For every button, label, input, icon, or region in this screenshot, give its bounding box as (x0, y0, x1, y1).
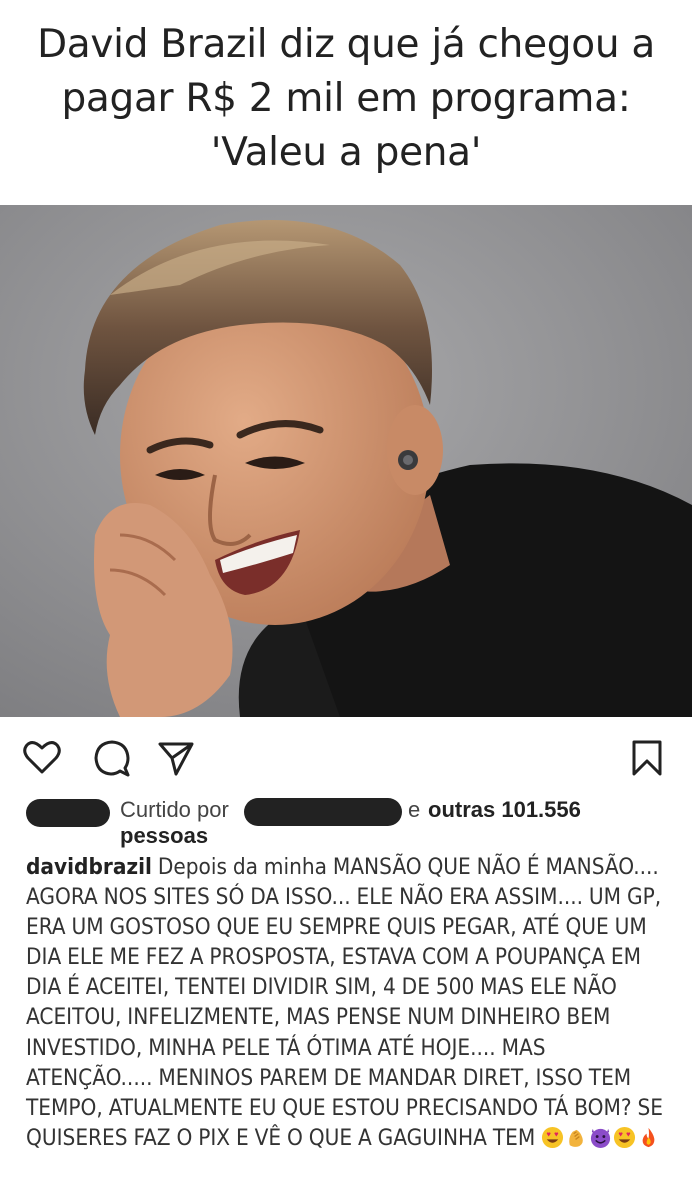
likes-people-link[interactable]: pessoas (120, 822, 208, 850)
portrait-illustration (0, 205, 692, 717)
headline-line-2: pagar R$ 2 mil em programa: (61, 76, 631, 121)
heart-icon[interactable] (22, 738, 62, 778)
clapping-hands-emoji (569, 1129, 583, 1147)
redacted-avatars (26, 799, 110, 827)
post-headline: David Brazil diz que já chegou a pagar R… (0, 18, 692, 180)
caption-username[interactable]: davidbrazil (26, 854, 152, 880)
bookmark-icon[interactable] (627, 738, 667, 778)
send-icon[interactable] (156, 738, 196, 778)
headline-line-1: David Brazil diz que já chegou a (37, 22, 655, 67)
heart-eyes-emoji (614, 1126, 636, 1148)
comment-icon[interactable] (92, 738, 132, 778)
caption-text: Depois da minha MANSÃO QUE NÃO É MANSÃO.… (26, 854, 663, 1151)
headline-line-3: 'Valeu a pena' (210, 130, 482, 175)
fire-emoji (642, 1127, 655, 1147)
likes-summary: Curtido por e outras 101.556 pessoas (0, 792, 692, 852)
likes-connector: e (408, 797, 421, 822)
heart-eyes-emoji (542, 1126, 564, 1148)
post-caption: davidbrazil Depois da minha MANSÃO QUE N… (26, 852, 676, 1153)
smiling-devil-emoji (591, 1128, 611, 1148)
post-photo[interactable] (0, 205, 692, 717)
redacted-username (244, 798, 402, 826)
caption-emojis (541, 1125, 661, 1151)
post-actions (0, 730, 692, 782)
likes-count-link[interactable]: outras 101.556 (428, 796, 581, 824)
likes-prefix: Curtido por (120, 797, 229, 822)
